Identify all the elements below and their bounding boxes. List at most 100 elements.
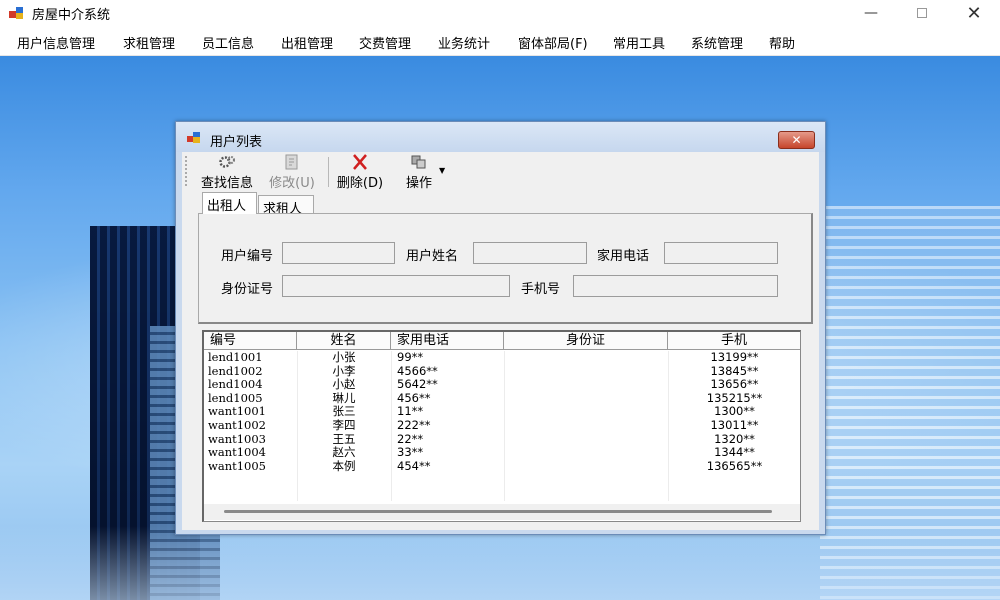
table-cell: 22** (397, 431, 424, 446)
menu-system[interactable]: 系统管理 (691, 33, 743, 52)
table-cell: 454** (397, 458, 431, 473)
column-header-name[interactable]: 姓名 (297, 332, 391, 350)
menu-rent-request[interactable]: 求租管理 (123, 33, 175, 52)
id-card-input[interactable] (282, 275, 510, 297)
tab-landlord[interactable]: 出租人 (202, 192, 257, 214)
table-cell: 13656** (710, 377, 759, 392)
child-window-title: 用户列表 (210, 135, 263, 150)
table-cell: 张三 (332, 404, 356, 419)
child-window-icon (187, 132, 200, 143)
delete-button[interactable]: 删除(D) (334, 154, 386, 191)
horizontal-scrollbar[interactable] (204, 504, 800, 520)
menu-staff-info[interactable]: 员工信息 (202, 33, 254, 52)
edit-button[interactable]: 修改(U) (266, 154, 318, 191)
table-cell: want1005 (208, 458, 266, 473)
menu-lease[interactable]: 出租管理 (281, 33, 333, 52)
table-cell: 赵六 (332, 445, 356, 460)
menu-user-info[interactable]: 用户信息管理 (17, 33, 95, 52)
table-cell: 琳儿 (332, 390, 356, 405)
main-title-bar: 房屋中介系统 — ✕ (0, 0, 1000, 26)
minimize-button[interactable]: — (848, 0, 894, 26)
toolbar-grip[interactable] (185, 156, 187, 186)
tab-tenant[interactable]: 求租人 (258, 195, 314, 217)
delete-x-icon (353, 154, 367, 170)
table-row[interactable]: lend1005 琳儿 456** 135215** (204, 390, 800, 406)
table-cell: 1300** (714, 404, 755, 419)
table-cell: lend1001 (208, 350, 263, 364)
table-row[interactable]: want1003 王五 22** 1320** (204, 431, 800, 447)
gears-icon (219, 156, 235, 168)
scrollbar-thumb[interactable] (224, 510, 772, 513)
menu-window-layout[interactable]: 窗体部局(F) (518, 33, 588, 52)
table-cell: 李四 (332, 417, 356, 432)
table-cell: 135215** (706, 390, 763, 405)
table-cell: 小李 (332, 363, 356, 378)
operations-icon (411, 155, 426, 169)
user-id-label: 用户编号 (221, 249, 274, 264)
user-list-grid[interactable]: 编号 姓名 家用电话 身份证 手机 lend1001 小张 99** 13199** l… (202, 330, 801, 522)
user-name-label: 用户姓名 (406, 249, 459, 264)
table-cell: 13845** (710, 363, 759, 378)
grid-header: 编号 姓名 家用电话 身份证 手机 (204, 332, 800, 350)
app-window-icon (9, 7, 23, 19)
table-row[interactable]: want1002 李四 222** 13011** (204, 417, 800, 433)
table-cell: want1002 (208, 417, 266, 432)
toolbar: 查找信息 修改(U) 删除(D) 操作 ▼ (182, 152, 819, 191)
child-client-area: 查找信息 修改(U) 删除(D) 操作 ▼ 出租人 求租人 用户编号 用户姓名 … (182, 152, 819, 530)
edit-label: 修改(U) (269, 176, 315, 191)
column-header-home-phone[interactable]: 家用电话 (391, 332, 504, 350)
menu-tools[interactable]: 常用工具 (613, 33, 665, 52)
search-form-panel: 用户编号 用户姓名 家用电话 身份证号 手机号 (198, 213, 813, 324)
background-reflection (0, 526, 1000, 600)
grid-rows: lend1001 小张 99** 13199** lend1002 小李 4566** 138… (204, 350, 800, 474)
column-header-mobile[interactable]: 手机 (668, 332, 800, 350)
mobile-input[interactable] (573, 275, 778, 297)
table-row[interactable]: lend1001 小张 99** 13199** (204, 350, 800, 365)
child-title-bar[interactable]: 用户列表 ✕ (176, 122, 825, 152)
table-row[interactable]: want1001 张三 11** 1300** (204, 404, 800, 419)
table-cell: 1320** (714, 431, 755, 446)
table-row[interactable]: want1005 本例 454** 136565** (204, 458, 800, 474)
dropdown-arrow-icon: ▼ (439, 166, 446, 175)
find-button[interactable]: 查找信息 (197, 154, 257, 191)
maximize-icon (917, 8, 927, 18)
find-label: 查找信息 (200, 176, 253, 191)
home-phone-label: 家用电话 (597, 249, 650, 264)
table-cell: 456** (397, 390, 431, 405)
mobile-label: 手机号 (521, 282, 561, 297)
table-cell: 11** (397, 404, 424, 419)
column-header-id[interactable]: 编号 (204, 332, 297, 350)
operations-label: 操作 (405, 176, 432, 191)
child-close-button[interactable]: ✕ (778, 131, 815, 149)
app-title: 房屋中介系统 (32, 8, 111, 23)
operations-dropdown[interactable]: 操作 ▼ (396, 154, 446, 191)
table-cell: 小赵 (332, 377, 356, 392)
menu-payment[interactable]: 交费管理 (359, 33, 411, 52)
menu-statistics[interactable]: 业务统计 (438, 33, 490, 52)
table-row[interactable]: want1004 赵六 33** 1344** (204, 445, 800, 460)
table-cell: 13011** (710, 417, 759, 432)
table-cell: 13199** (710, 350, 759, 364)
maximize-button[interactable] (899, 0, 945, 26)
table-cell: lend1005 (208, 390, 263, 405)
table-cell: lend1002 (208, 363, 263, 378)
menu-help[interactable]: 帮助 (769, 33, 795, 52)
menu-bar: 用户信息管理 求租管理 员工信息 出租管理 交费管理 业务统计 窗体部局(F) … (0, 26, 1000, 56)
user-id-input[interactable] (282, 242, 395, 264)
table-cell: 99** (397, 350, 424, 364)
toolbar-separator (328, 157, 329, 187)
user-name-input[interactable] (473, 242, 587, 264)
table-cell: want1004 (208, 445, 266, 460)
home-phone-input[interactable] (664, 242, 778, 264)
close-icon: ✕ (791, 133, 802, 147)
table-cell: 小张 (332, 350, 356, 364)
close-icon: ✕ (966, 2, 982, 24)
table-row[interactable]: lend1004 小赵 5642** 13656** (204, 377, 800, 392)
table-row[interactable]: lend1002 小李 4566** 13845** (204, 363, 800, 379)
user-list-window: 用户列表 ✕ 查找信息 修改(U) 删除(D) 操作 ▼ 出租人 求租人 用户编… (175, 121, 826, 535)
column-header-id-card[interactable]: 身份证 (504, 332, 668, 350)
table-cell: 136565** (706, 458, 763, 473)
edit-icon (285, 154, 298, 170)
table-cell: 王五 (332, 431, 356, 446)
close-button[interactable]: ✕ (951, 0, 997, 26)
